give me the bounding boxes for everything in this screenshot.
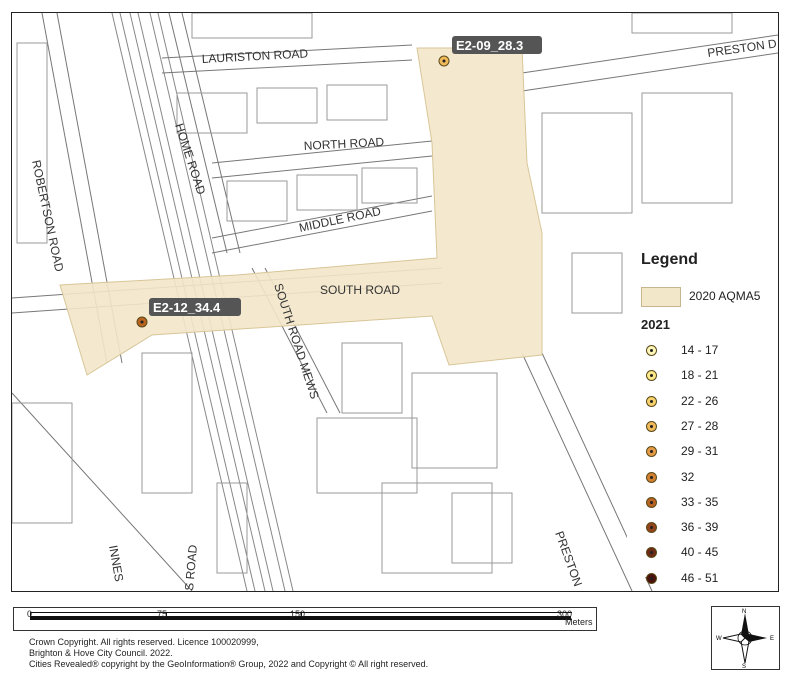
legend-class-label: 18 - 21 xyxy=(681,368,719,383)
legend-class-label: 36 - 39 xyxy=(681,520,719,535)
legend-class-row: 36 - 39 xyxy=(641,517,771,537)
compass-icon: N S W E xyxy=(716,609,774,670)
legend-class-dot xyxy=(646,547,657,559)
credit-line-2: Brighton & Hove City Council. 2022. xyxy=(29,648,173,658)
map-frame[interactable]: LAURISTON ROAD PRESTON D HOME ROAD NORTH… xyxy=(11,12,779,592)
credit-line-3: Cities Revealed® copyright by the GeoInf… xyxy=(29,659,429,669)
north-arrow-box: N S W E xyxy=(711,606,780,670)
north-label: N xyxy=(742,609,746,615)
west-label: W xyxy=(716,636,722,642)
legend-class-row: 27 - 28 xyxy=(641,416,771,436)
legend-class-label: 29 - 31 xyxy=(681,444,719,459)
legend-class-label: 33 - 35 xyxy=(681,494,719,509)
legend-class-row: 22 - 26 xyxy=(641,391,771,411)
legend-class-dot xyxy=(646,522,657,534)
legend-class-dot xyxy=(646,572,657,584)
credit-line-1: Crown Copyright. All rights reserved. Li… xyxy=(29,637,259,647)
road-label-middle: MIDDLE ROAD xyxy=(298,204,383,235)
road-label-robertson: ROBERTSON ROAD xyxy=(29,159,66,274)
legend-year: 2021 xyxy=(641,317,670,332)
legend-class-row: 46 - 51 xyxy=(641,568,771,588)
legend-class-dot xyxy=(646,370,657,382)
legend-class-row: 29 - 31 xyxy=(641,441,771,461)
legend-class-dot xyxy=(646,345,657,356)
legend-panel: Legend 2020 AQMA5 2021 14 - 17 18 - 21 22 … xyxy=(627,247,775,585)
legend-class-dot xyxy=(646,471,657,483)
legend-class-label: 46 - 51 xyxy=(681,570,719,585)
scale-tick-150: 150 xyxy=(290,609,306,619)
aqma-zone[interactable] xyxy=(59,47,543,376)
scale-unit: Meters xyxy=(565,617,593,627)
east-label: E xyxy=(770,636,774,642)
legend-class-label: 32 xyxy=(681,469,695,484)
road-label-north: NORTH ROAD xyxy=(303,135,384,153)
legend-class-row: 40 - 45 xyxy=(641,542,771,562)
legend-class-row: 14 - 17 xyxy=(641,340,771,360)
legend-class-label: 40 - 45 xyxy=(681,545,719,560)
south-label: S xyxy=(742,664,746,669)
road-label-south: SOUTH ROAD xyxy=(320,283,400,297)
scale-tick-0: 0 xyxy=(27,609,33,619)
legend-class-row: 33 - 35 xyxy=(641,492,771,512)
legend-class-label: 22 - 26 xyxy=(681,393,719,408)
legend-class-row: 18 - 21 xyxy=(641,365,771,385)
aqma-swatch xyxy=(641,287,681,307)
road-label-preston: PRESTON xyxy=(552,529,585,588)
site-label-e2-09: E2-09_28.3 xyxy=(456,38,523,53)
road-label-s-road: S ROAD xyxy=(182,544,200,591)
legend-class-label: 14 - 17 xyxy=(681,343,719,357)
legend-title: Legend xyxy=(641,251,698,268)
road-label-lauriston: LAURISTON ROAD xyxy=(201,46,308,66)
scale-bar-box: 0 75 150 300 Meters xyxy=(13,607,597,631)
site-label-e2-12: E2-12_34.4 xyxy=(153,300,221,315)
legend-class-dot xyxy=(646,446,657,458)
road-label-innes: INNES xyxy=(106,544,126,583)
aqma-legend-label: 2020 AQMA5 xyxy=(689,289,761,303)
scale-tick-75: 75 xyxy=(157,609,168,619)
legend-class-dot xyxy=(646,420,657,432)
legend-class-row: 32 xyxy=(641,467,771,487)
legend-class-dot xyxy=(646,496,657,508)
legend-class-dot xyxy=(646,395,657,407)
legend-class-label: 27 - 28 xyxy=(681,418,719,433)
